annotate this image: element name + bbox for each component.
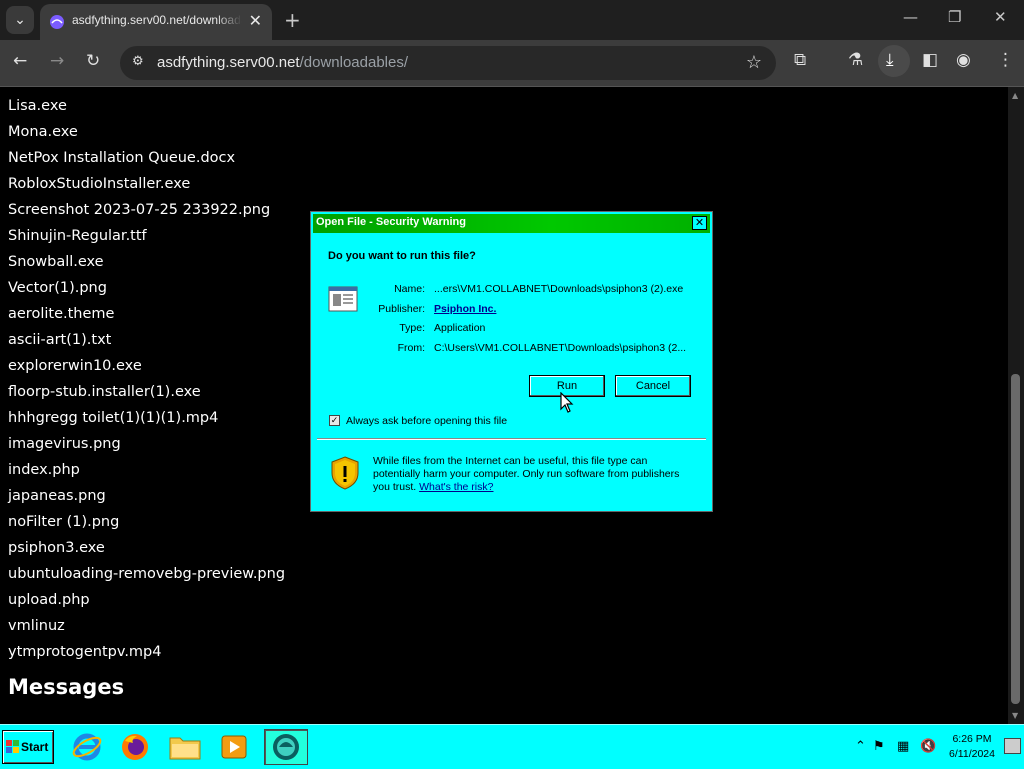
downloads-button[interactable]: ⤓: [878, 45, 910, 77]
new-tab-icon[interactable]: +: [284, 8, 301, 32]
file-link[interactable]: Lisa.exe: [8, 93, 285, 119]
back-arrow-icon[interactable]: ←: [13, 51, 27, 71]
from-value: C:\Users\VM1.COLLABNET\Downloads\psiphon…: [434, 341, 687, 354]
file-link[interactable]: RobloxStudioInstaller.exe: [8, 171, 285, 197]
taskbar-firefox[interactable]: [116, 729, 154, 765]
file-link[interactable]: psiphon3.exe: [8, 535, 285, 561]
file-link[interactable]: japaneas.png: [8, 483, 285, 509]
file-list: Lisa.exe Mona.exe NetPox Installation Qu…: [8, 93, 285, 665]
browser-toolbar: ← → ↻ ⚙ asdfything.serv00.net/downloadab…: [0, 40, 1024, 87]
taskbar-internet-explorer[interactable]: [68, 729, 106, 765]
taskbar-psiphon-active[interactable]: [264, 729, 308, 765]
media-player-icon: [221, 735, 247, 759]
url-text[interactable]: asdfything.serv00.net/downloadables/: [157, 54, 408, 71]
file-link[interactable]: NetPox Installation Queue.docx: [8, 145, 285, 171]
browser-tab-strip: ⌄ asdfything.serv00.net/downloadables/ ✕…: [0, 0, 1024, 40]
scroll-up-icon[interactable]: ▲: [1012, 91, 1018, 100]
warning-message: While files from the Internet can be use…: [373, 455, 693, 494]
file-link[interactable]: index.php: [8, 457, 285, 483]
minimize-icon[interactable]: —: [903, 8, 918, 26]
menu-kebab-icon[interactable]: ⋮: [997, 50, 1014, 70]
dialog-close-button[interactable]: ✕: [692, 216, 707, 230]
start-button[interactable]: Start: [2, 730, 54, 764]
mouse-cursor-icon: [560, 392, 574, 413]
file-link[interactable]: upload.php: [8, 587, 285, 613]
file-link[interactable]: explorerwin10.exe: [8, 353, 285, 379]
from-label: From:: [397, 341, 425, 354]
tray-overflow-icon[interactable]: ⌃: [855, 739, 866, 754]
file-link[interactable]: Snowball.exe: [8, 249, 285, 275]
browser-tab[interactable]: asdfything.serv00.net/downloadables/ ✕: [40, 4, 272, 40]
folder-icon: [169, 737, 201, 760]
restore-icon[interactable]: ❐: [948, 8, 961, 26]
clock-time: 6:26 PM: [952, 733, 992, 745]
taskbar-file-explorer[interactable]: [166, 729, 204, 765]
forward-arrow-icon[interactable]: →: [50, 51, 64, 71]
dialog-title: Open File - Security Warning: [316, 216, 466, 228]
file-link[interactable]: imagevirus.png: [8, 431, 285, 457]
tab-search-button[interactable]: ⌄: [6, 6, 34, 34]
name-value: ...ers\VM1.COLLABNET\Downloads\psiphon3 …: [434, 283, 684, 295]
type-label: Type:: [399, 322, 425, 334]
name-label: Name:: [394, 283, 425, 295]
tab-close-icon[interactable]: ✕: [249, 11, 262, 30]
dialog-question: Do you want to run this file?: [328, 250, 476, 262]
file-link[interactable]: ubuntuloading-removebg-preview.png: [8, 561, 285, 587]
extensions-icon[interactable]: ⧉: [794, 50, 806, 70]
always-ask-checkbox[interactable]: ✓: [329, 415, 340, 426]
action-center-flag-icon[interactable]: ⚑: [873, 739, 885, 754]
publisher-label: Publisher:: [378, 302, 425, 315]
file-link[interactable]: vmlinuz: [8, 613, 285, 639]
file-link[interactable]: ytmprotogentpv.mp4: [8, 639, 285, 665]
file-link[interactable]: ascii-art(1).txt: [8, 327, 285, 353]
address-bar[interactable]: ⚙ asdfything.serv00.net/downloadables/ ☆: [120, 46, 776, 80]
file-link[interactable]: hhhgregg toilet(1)(1)(1).mp4: [8, 405, 285, 431]
site-favicon-icon: [50, 15, 64, 29]
messages-heading: Messages: [8, 675, 125, 699]
url-host: asdfything.serv00.net: [157, 54, 300, 71]
site-info-icon[interactable]: ⚙: [132, 54, 150, 72]
always-ask-label[interactable]: Always ask before opening this file: [346, 415, 507, 427]
chevron-down-icon: ⌄: [14, 12, 26, 28]
cancel-button[interactable]: Cancel: [615, 375, 691, 397]
scroll-down-icon[interactable]: ▼: [1012, 711, 1018, 720]
file-link[interactable]: floorp-stub.installer(1).exe: [8, 379, 285, 405]
profile-avatar-icon[interactable]: ◉: [956, 50, 971, 70]
clock-date: 6/11/2024: [949, 748, 995, 760]
publisher-link[interactable]: Psiphon Inc.: [434, 303, 496, 315]
dialog-divider: [317, 438, 706, 440]
bookmark-star-icon[interactable]: ☆: [746, 52, 762, 73]
taskbar: Start ⌃ ⚑ ▦ 🔇 6:26 PM 6/11/2024: [0, 724, 1024, 769]
labs-flask-icon[interactable]: ⚗: [848, 50, 863, 70]
volume-muted-icon[interactable]: 🔇: [920, 739, 936, 754]
psiphon-app-icon: [273, 734, 299, 760]
download-icon: ⤓: [886, 50, 894, 70]
firefox-icon: [122, 734, 148, 760]
tab-title: asdfything.serv00.net/downloadables/: [72, 13, 242, 27]
file-link[interactable]: Mona.exe: [8, 119, 285, 145]
taskbar-media-player[interactable]: [215, 729, 253, 765]
start-label: Start: [21, 740, 49, 754]
file-link[interactable]: Shinujin-Regular.ttf: [8, 223, 285, 249]
file-link[interactable]: Vector(1).png: [8, 275, 285, 301]
file-link[interactable]: aerolite.theme: [8, 301, 285, 327]
network-icon[interactable]: ▦: [897, 739, 909, 754]
system-clock[interactable]: 6:26 PM 6/11/2024: [944, 732, 1000, 762]
dialog-titlebar[interactable]: Open File - Security Warning ✕: [313, 214, 710, 233]
internet-explorer-icon: [72, 733, 102, 761]
windows-logo-icon: [6, 740, 19, 753]
reload-icon[interactable]: ↻: [86, 51, 100, 71]
window-close-icon[interactable]: ✕: [994, 8, 1007, 26]
file-link[interactable]: Screenshot 2023-07-25 233922.png: [8, 197, 285, 223]
side-panel-icon[interactable]: ◧: [922, 50, 938, 70]
show-desktop-button[interactable]: [1004, 738, 1021, 754]
whats-the-risk-link[interactable]: What's the risk?: [419, 481, 493, 493]
scroll-thumb[interactable]: [1011, 374, 1020, 704]
security-warning-dialog: Open File - Security Warning ✕ Do you wa…: [310, 211, 713, 512]
url-path: /downloadables/: [299, 54, 409, 71]
page-scrollbar[interactable]: ▲ ▼: [1008, 87, 1024, 724]
shield-warning-icon: [331, 456, 359, 490]
type-value: Application: [434, 322, 486, 334]
file-link[interactable]: noFilter (1).png: [8, 509, 285, 535]
